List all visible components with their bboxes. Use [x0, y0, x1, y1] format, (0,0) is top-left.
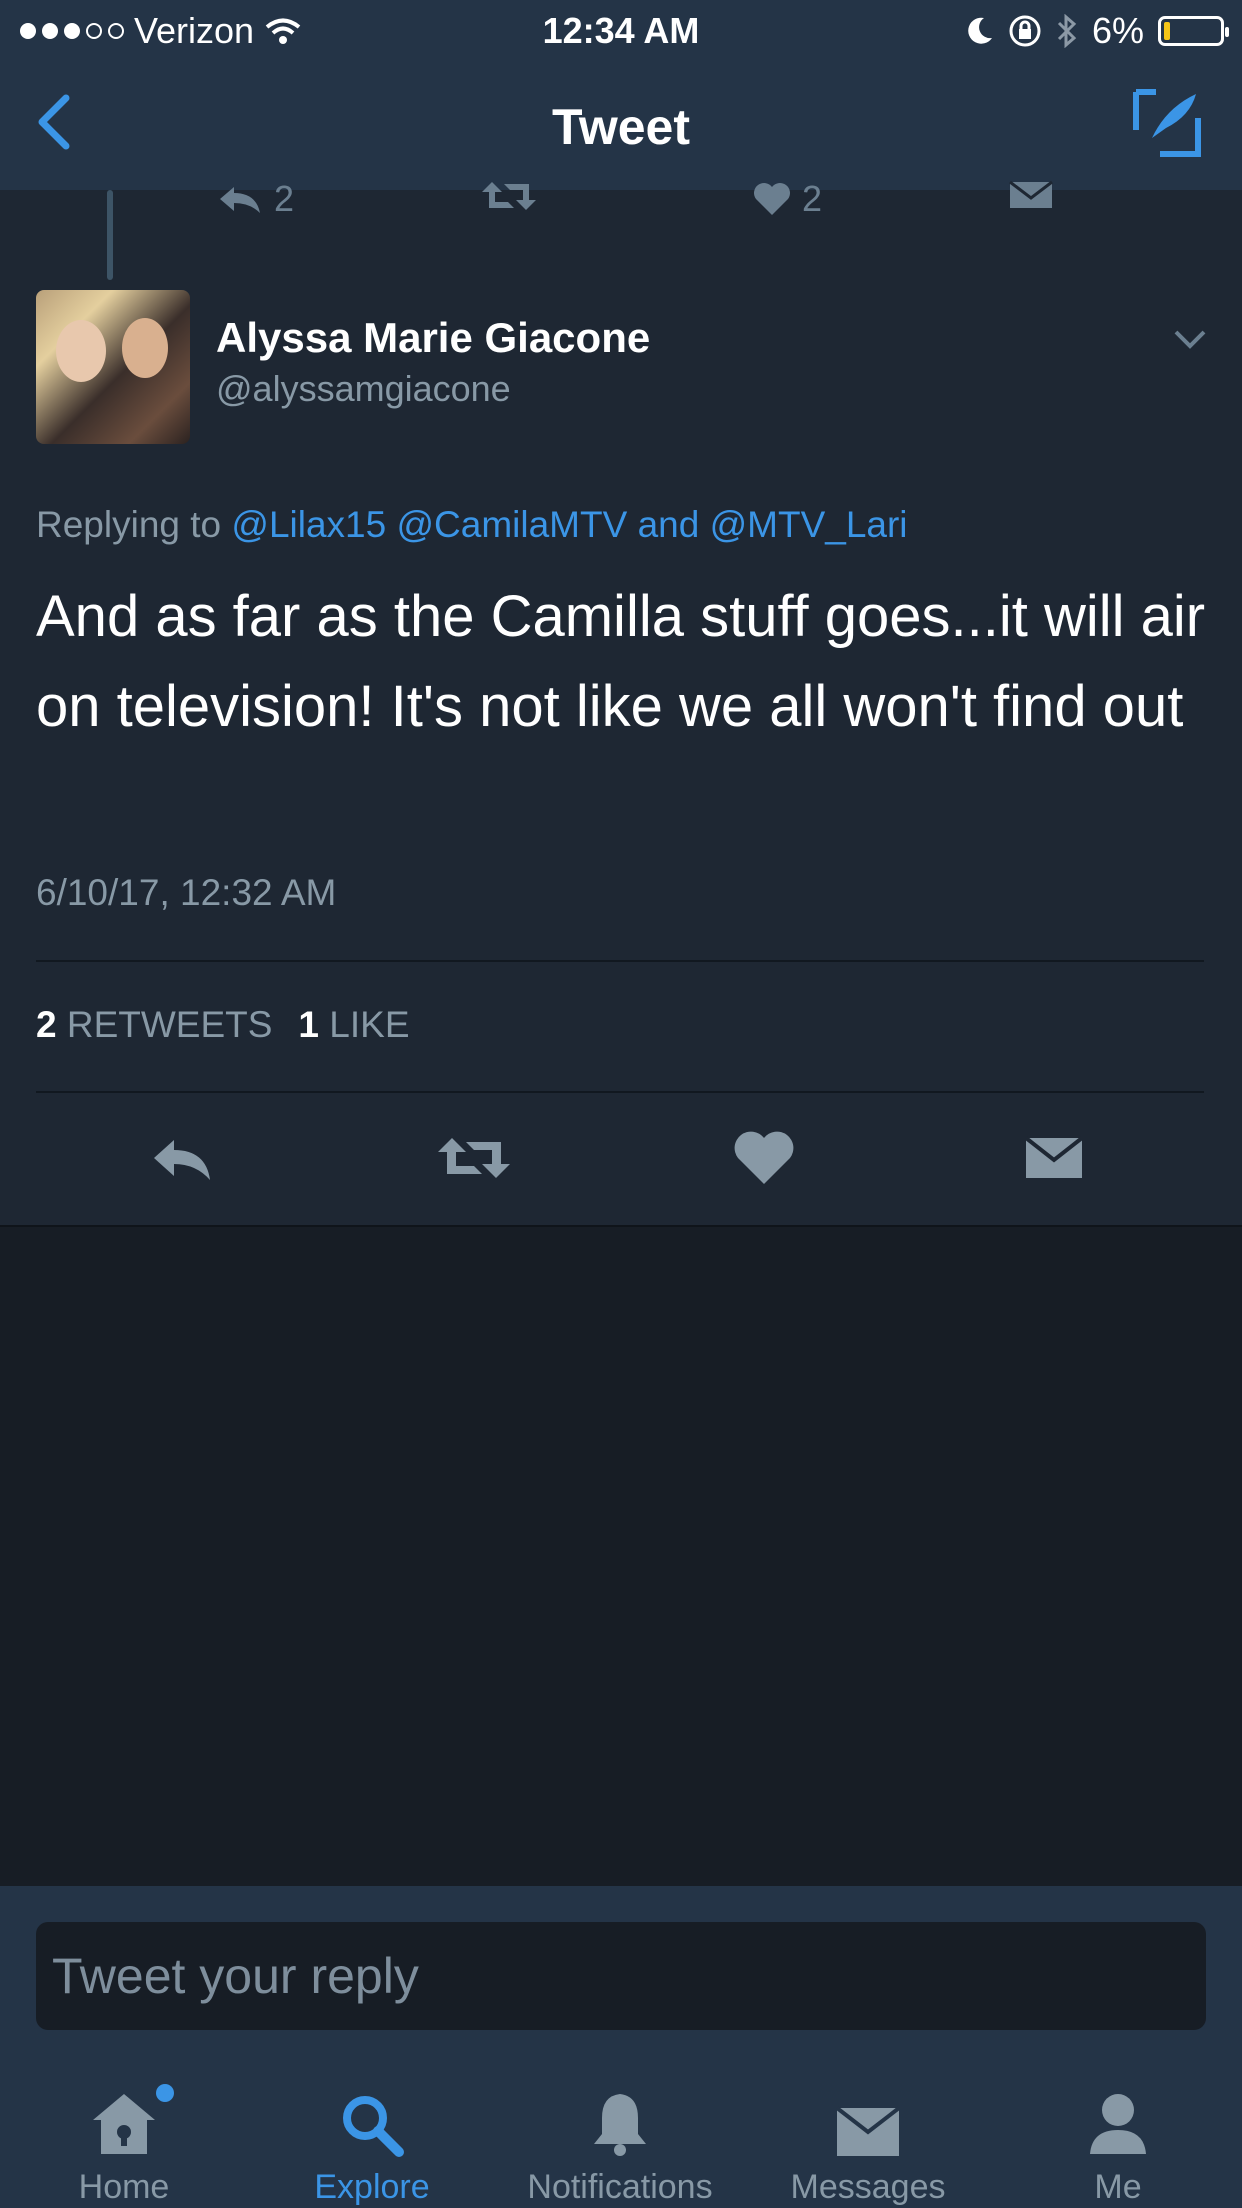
retweet-icon[interactable] [434, 1118, 514, 1198]
tab-label: Notifications [527, 2168, 713, 2206]
mention-link[interactable]: @MTV_Lari [710, 504, 908, 545]
envelope-icon [835, 2106, 901, 2156]
retweet-icon [482, 182, 536, 210]
prev-message[interactable] [1008, 178, 1054, 212]
person-icon [1090, 2094, 1146, 2154]
author-name[interactable]: Alyssa Marie Giacone [216, 314, 650, 362]
mention-link[interactable]: @CamilaMTV [396, 504, 627, 545]
reply-icon[interactable] [144, 1118, 224, 1198]
mention-joiner: and [637, 504, 700, 545]
prev-reply[interactable]: 2 [216, 178, 294, 220]
prev-retweet[interactable] [480, 178, 538, 214]
prev-like-count: 2 [802, 178, 823, 219]
page-title: Tweet [552, 99, 690, 155]
tab-home[interactable]: Home [0, 2080, 248, 2207]
heart-icon [754, 183, 790, 215]
rotation-lock-icon [1009, 15, 1041, 47]
likes-stat[interactable]: 1 LIKE [298, 1004, 409, 1046]
tweet-timestamp: 6/10/17, 12:32 AM [36, 872, 337, 913]
prev-reply-count: 2 [274, 178, 295, 219]
search-icon [343, 2096, 404, 2157]
mention-link[interactable]: @Lilax15 [231, 504, 386, 545]
prev-like[interactable]: 2 [752, 178, 822, 220]
retweets-stat[interactable]: 2 RETWEETS [36, 1004, 272, 1046]
battery-icon [1158, 16, 1229, 46]
envelope-icon [1009, 180, 1053, 208]
tab-me[interactable]: Me [994, 2080, 1242, 2207]
tweet-body: And as far as the Camilla stuff goes...i… [36, 584, 1206, 739]
new-content-dot [156, 2084, 174, 2102]
battery-percent: 6% [1091, 10, 1144, 51]
status-bar: Verizon 12:34 AM 6% [0, 0, 1242, 62]
replying-prefix: Replying to [36, 504, 222, 545]
divider [36, 1091, 1204, 1093]
tab-label: Home [78, 2168, 170, 2206]
tab-messages[interactable]: Messages [744, 2080, 992, 2207]
envelope-icon[interactable] [1014, 1118, 1094, 1198]
tweet-actions [0, 1118, 1242, 1198]
compose-tweet-icon[interactable] [1132, 88, 1202, 158]
tab-explore[interactable]: Explore [248, 2080, 496, 2207]
moon-icon [968, 17, 992, 44]
tab-label: Messages [790, 2168, 946, 2206]
bell-icon [594, 2094, 646, 2156]
replying-to-line: Replying to @Lilax15 @CamilaMTV and @MTV… [36, 504, 908, 546]
bluetooth-icon [1057, 14, 1077, 48]
reply-icon [220, 187, 260, 213]
tab-notifications[interactable]: Notifications [496, 2080, 744, 2207]
chevron-down-icon[interactable] [1172, 328, 1208, 352]
engagement-counts: 2 RETWEETS 1 LIKE [36, 1004, 410, 1046]
tab-label: Me [1094, 2168, 1142, 2206]
heart-icon[interactable] [724, 1118, 804, 1198]
avatar[interactable] [36, 290, 190, 444]
status-right: 6% [966, 10, 1229, 52]
previous-tweet-actions: 2 2 [0, 178, 1242, 220]
author-handle[interactable]: @alyssamgiacone [216, 368, 511, 410]
tab-label: Explore [314, 2168, 430, 2206]
reply-input[interactable]: Tweet your reply [36, 1922, 1206, 2030]
divider [36, 960, 1204, 962]
home-icon [93, 2094, 155, 2154]
